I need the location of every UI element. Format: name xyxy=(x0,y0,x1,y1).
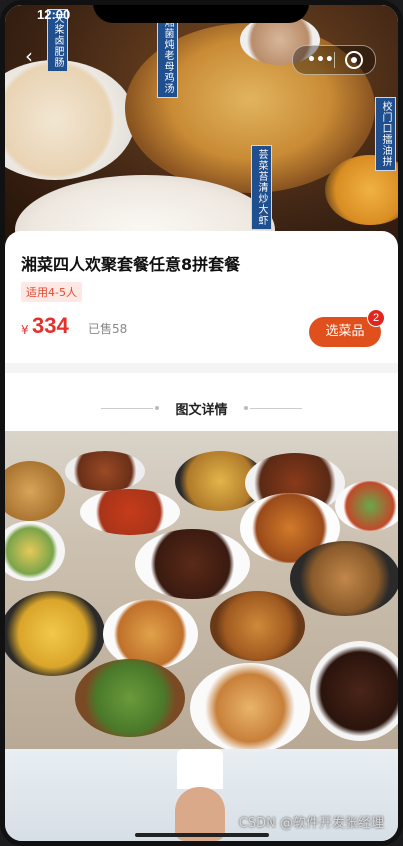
hero-image: 天桨卤肥肠 湘菌炖老母鸡汤 芸菜苔清炒大虾 校门口擂油拼 xyxy=(5,5,398,250)
dish xyxy=(75,659,185,737)
capsule-divider xyxy=(334,52,335,68)
notch xyxy=(93,5,309,23)
product-card: 湘菜四人欢聚套餐任意8拼套餐 适用4-5人 ¥ 334 已售58 选菜品 2 xyxy=(5,231,398,363)
detail-image xyxy=(5,431,398,749)
dish-tag: 湘菌炖老母鸡汤 xyxy=(157,13,178,98)
selected-count-badge: 2 xyxy=(367,309,385,327)
more-dots-icon[interactable]: ••• xyxy=(307,52,334,68)
divider-dot xyxy=(244,406,248,410)
dish xyxy=(135,529,250,599)
status-time: 12:00 xyxy=(37,7,71,22)
sold-count: 已售58 xyxy=(88,322,128,336)
home-indicator[interactable] xyxy=(135,833,269,837)
currency-symbol: ¥ xyxy=(21,323,29,337)
details-section-header: 图文详情 xyxy=(5,373,398,431)
details-title: 图文详情 xyxy=(175,403,228,418)
dish xyxy=(335,481,398,531)
chef-hat xyxy=(177,749,223,789)
target-icon[interactable] xyxy=(345,51,363,69)
phone-frame: 12:00 天桨卤肥肠 湘菌炖老母鸡汤 芸菜苔清炒大虾 校门口擂油拼 ‹ •••… xyxy=(0,0,403,846)
divider-right xyxy=(250,408,302,409)
dish xyxy=(210,591,305,661)
dish xyxy=(5,591,105,676)
dish xyxy=(65,451,145,491)
dish-tag: 校门口擂油拼 xyxy=(375,97,396,171)
product-price: 334 xyxy=(32,313,69,338)
plate xyxy=(5,60,135,180)
product-title: 湘菜四人欢聚套餐任意8拼套餐 xyxy=(21,255,241,274)
dish xyxy=(310,641,398,741)
serving-badge: 适用4-5人 xyxy=(21,282,82,302)
dish xyxy=(80,489,180,535)
watermark: CSDN @软件开发张经理 xyxy=(238,816,384,831)
dish-tag: 芸菜苔清炒大虾 xyxy=(251,145,272,230)
dish xyxy=(290,541,398,616)
dish xyxy=(5,521,65,581)
dish xyxy=(5,461,65,521)
back-icon[interactable]: ‹ xyxy=(25,46,39,66)
dish xyxy=(103,599,198,669)
dish xyxy=(190,663,310,749)
menu-capsule[interactable]: ••• xyxy=(292,45,376,75)
